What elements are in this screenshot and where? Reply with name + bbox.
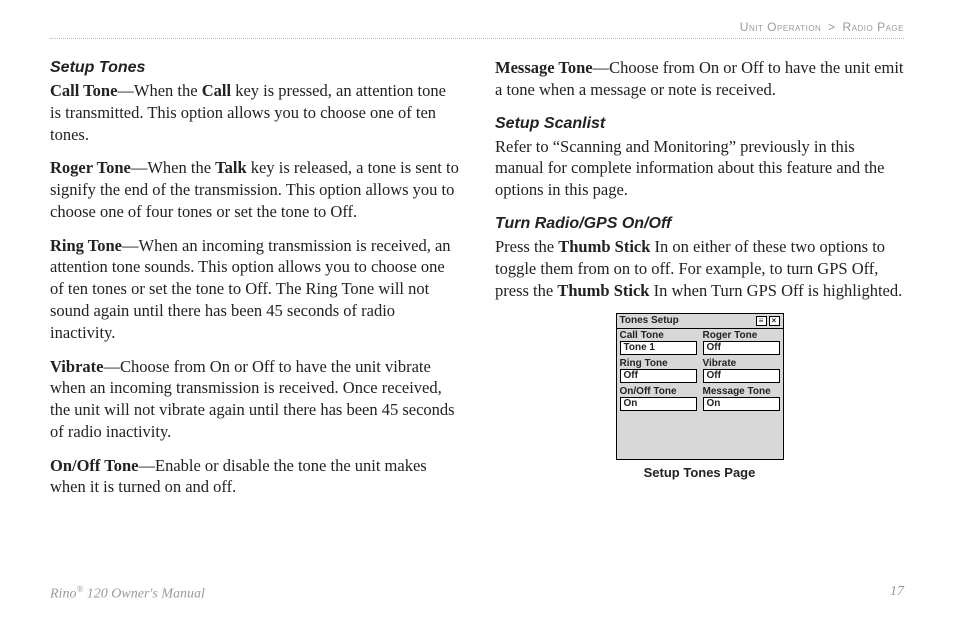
footer-page-number: 17	[890, 584, 904, 603]
call-tone-lead: Call Tone	[50, 81, 117, 100]
footer-product-post: 120 Owner's Manual	[83, 587, 205, 602]
ring-tone-paragraph: Ring Tone—When an incoming transmission …	[50, 235, 459, 344]
content-columns: Setup Tones Call Tone—When the Call key …	[50, 51, 904, 510]
tones-setup-titlebar: Tones Setup ≡ ×	[617, 314, 783, 329]
ts-val-onoff-tone: On	[620, 397, 697, 411]
tones-setup-window: Tones Setup ≡ × Call Tone Roger Tone Ton…	[616, 313, 784, 460]
call-tone-paragraph: Call Tone—When the Call key is pressed, …	[50, 80, 459, 145]
tones-setup-grid: Call Tone Roger Tone Tone 1 Off Ring Ton…	[617, 329, 783, 413]
menu-icon: ≡	[756, 316, 767, 326]
footer-product: Rino® 120 Owner's Manual	[50, 584, 205, 603]
tones-setup-empty-area	[617, 413, 783, 459]
message-tone-paragraph: Message Tone—Choose from On or Off to ha…	[495, 57, 904, 101]
roger-tone-paragraph: Roger Tone—When the Talk key is released…	[50, 157, 459, 222]
setup-tones-heading: Setup Tones	[50, 57, 459, 78]
vibrate-rest: —Choose from On or Off to have the unit …	[50, 357, 455, 441]
close-icon: ×	[769, 316, 780, 326]
ts-val-ring-tone: Off	[620, 369, 697, 383]
page-footer: Rino® 120 Owner's Manual 17	[50, 584, 904, 603]
header-section: Unit Operation	[740, 20, 822, 34]
right-column: Message Tone—Choose from On or Off to ha…	[495, 51, 904, 510]
page-header: Unit Operation > Radio Page	[50, 20, 904, 39]
ts-label-ring-tone: Ring Tone	[617, 357, 700, 369]
call-tone-key: Call	[202, 81, 231, 100]
roger-tone-text1: —When the	[131, 158, 215, 177]
turn-radio-gps-paragraph: Press the Thumb Stick In on either of th…	[495, 236, 904, 301]
header-separator: >	[828, 20, 836, 34]
ts-label-call-tone: Call Tone	[617, 329, 700, 341]
tones-setup-titlebar-icons: ≡ ×	[756, 316, 780, 326]
figure-caption: Setup Tones Page	[495, 464, 904, 481]
ts-label-roger-tone: Roger Tone	[700, 329, 783, 341]
turn-radio-p3: In when Turn GPS Off is highlighted.	[650, 281, 903, 300]
ring-tone-lead: Ring Tone	[50, 236, 122, 255]
setup-scanlist-paragraph: Refer to “Scanning and Monitoring” previ…	[495, 136, 904, 201]
ts-label-vibrate: Vibrate	[700, 357, 783, 369]
turn-radio-k1: Thumb Stick	[558, 237, 650, 256]
turn-radio-k2: Thumb Stick	[557, 281, 649, 300]
roger-tone-lead: Roger Tone	[50, 158, 131, 177]
footer-product-pre: Rino	[50, 587, 76, 602]
vibrate-lead: Vibrate	[50, 357, 103, 376]
figure-setup-tones: Tones Setup ≡ × Call Tone Roger Tone Ton…	[495, 313, 904, 481]
ts-val-roger-tone: Off	[703, 341, 780, 355]
tones-setup-title-text: Tones Setup	[620, 316, 679, 326]
header-subsection: Radio Page	[843, 20, 904, 34]
ts-val-message-tone: On	[703, 397, 780, 411]
manual-page: Unit Operation > Radio Page Setup Tones …	[0, 0, 954, 621]
ts-label-onoff-tone: On/Off Tone	[617, 385, 700, 397]
setup-scanlist-heading: Setup Scanlist	[495, 113, 904, 134]
message-tone-lead: Message Tone	[495, 58, 593, 77]
turn-radio-p1: Press the	[495, 237, 558, 256]
call-tone-text1: —When the	[117, 81, 201, 100]
left-column: Setup Tones Call Tone—When the Call key …	[50, 51, 459, 510]
ts-val-call-tone: Tone 1	[620, 341, 697, 355]
ts-label-message-tone: Message Tone	[700, 385, 783, 397]
roger-tone-key: Talk	[215, 158, 247, 177]
vibrate-paragraph: Vibrate—Choose from On or Off to have th…	[50, 356, 459, 443]
ts-val-vibrate: Off	[703, 369, 780, 383]
onoff-tone-paragraph: On/Off Tone—Enable or disable the tone t…	[50, 455, 459, 499]
onoff-tone-lead: On/Off Tone	[50, 456, 139, 475]
turn-radio-gps-heading: Turn Radio/GPS On/Off	[495, 213, 904, 234]
